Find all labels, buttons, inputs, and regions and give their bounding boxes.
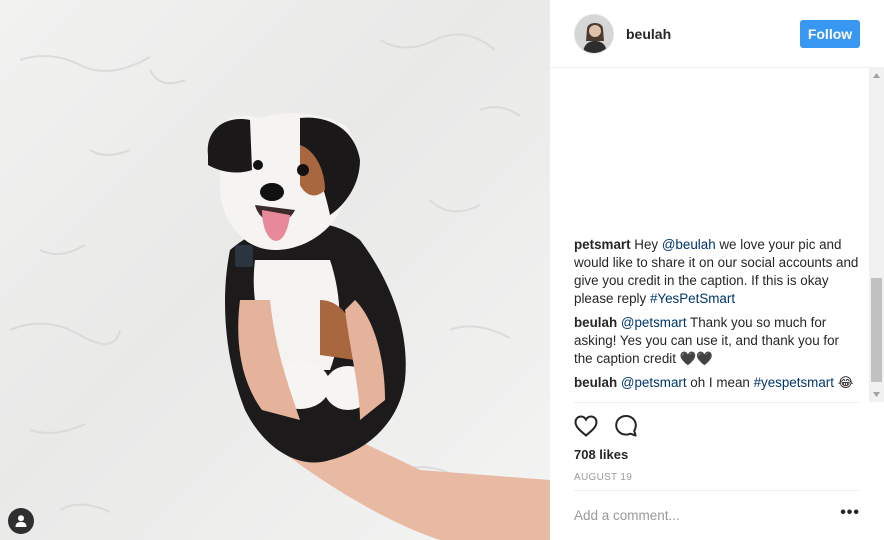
avatar[interactable] bbox=[574, 13, 614, 54]
comment-author[interactable]: beulah bbox=[574, 315, 617, 330]
mention-link[interactable]: @petsmart bbox=[621, 315, 687, 330]
post-actions bbox=[574, 402, 860, 448]
comment-text: 😂 bbox=[833, 375, 854, 390]
likes-count[interactable]: 708 likes bbox=[574, 447, 628, 462]
comments-list: petsmart Hey @beulah we love your pic an… bbox=[550, 68, 884, 402]
comment-text: oh I mean bbox=[686, 375, 754, 390]
post-date[interactable]: AUGUST 19 bbox=[574, 472, 632, 483]
mention-link[interactable]: @petsmart bbox=[621, 375, 687, 390]
post-header: beulah Follow bbox=[550, 0, 884, 68]
add-comment-input[interactable] bbox=[574, 508, 814, 523]
speech-bubble-icon[interactable] bbox=[614, 413, 640, 439]
post-photo[interactable] bbox=[0, 0, 550, 540]
comment-item: beulah @petsmart oh I mean #yespetsmart … bbox=[574, 374, 860, 392]
follow-button[interactable]: Follow bbox=[800, 19, 860, 48]
heart-icon[interactable] bbox=[574, 413, 600, 439]
comment-item: petsmart Hey @beulah we love your pic an… bbox=[574, 236, 860, 308]
hashtag-link[interactable]: #YesPetSmart bbox=[650, 291, 735, 306]
comment-text: Hey bbox=[634, 237, 662, 252]
post-side-panel: beulah Follow petsmart Hey @beulah we lo… bbox=[550, 0, 884, 540]
add-comment-bar: ••• bbox=[574, 490, 860, 540]
scroll-down-arrow-icon[interactable] bbox=[869, 387, 884, 402]
more-options-icon[interactable]: ••• bbox=[840, 504, 860, 524]
hashtag-link[interactable]: #yespetsmart bbox=[754, 375, 834, 390]
post-author-username[interactable]: beulah bbox=[626, 26, 671, 42]
person-icon bbox=[15, 515, 27, 527]
comment-item: beulah @petsmart Thank you so much for a… bbox=[574, 314, 860, 368]
scroll-up-arrow-icon[interactable] bbox=[869, 68, 884, 83]
mention-link[interactable]: @beulah bbox=[662, 237, 716, 252]
comment-author[interactable]: petsmart bbox=[574, 237, 631, 252]
user-tag-button[interactable] bbox=[8, 508, 34, 534]
comments-scrollbar[interactable] bbox=[869, 68, 884, 402]
puppy-photo-image bbox=[9, 33, 550, 540]
profile-photo-image bbox=[575, 14, 613, 53]
scrollbar-thumb[interactable] bbox=[871, 278, 882, 382]
comment-author[interactable]: beulah bbox=[574, 375, 617, 390]
comment-text: 🖤🖤 bbox=[679, 351, 714, 366]
comments-container: petsmart Hey @beulah we love your pic an… bbox=[574, 230, 860, 392]
